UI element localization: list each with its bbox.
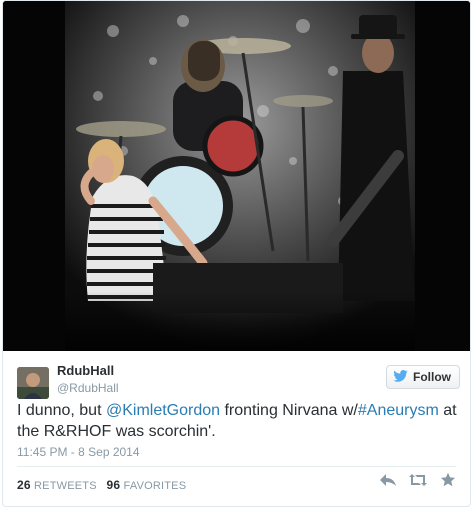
follow-button[interactable]: Follow	[386, 365, 460, 389]
concert-photo-illustration	[3, 1, 470, 351]
avatar[interactable]	[17, 367, 49, 399]
favorite-button[interactable]	[438, 472, 458, 493]
tweet-text-part1: I dunno, but	[17, 402, 106, 419]
display-name[interactable]: RdubHall	[57, 363, 114, 378]
retweet-button[interactable]	[408, 473, 428, 492]
reply-icon	[379, 473, 397, 492]
favorites-label[interactable]: FAVORITES	[124, 480, 187, 492]
mention-link[interactable]: @KimletGordon	[106, 402, 220, 419]
embedded-tweet-card: RdubHall @RdubHall Follow I dunno, but @…	[2, 0, 471, 507]
reply-button[interactable]	[378, 473, 398, 492]
tweet-body: RdubHall @RdubHall Follow I dunno, but @…	[3, 351, 470, 506]
hashtag-link[interactable]: #Aneurysm	[358, 402, 439, 419]
tweet-text-part2: fronting Nirvana w/	[220, 402, 358, 419]
retweet-icon	[408, 473, 428, 492]
tweet-text: I dunno, but @KimletGordon fronting Nirv…	[17, 400, 462, 442]
favorites-count[interactable]: 96	[107, 478, 121, 492]
follow-label: Follow	[413, 370, 451, 384]
timestamp-link[interactable]: 11:45 PM - 8 Sep 2014	[17, 445, 140, 459]
tweet-stats: 26 RETWEETS 96 FAVORITES	[17, 478, 186, 492]
screen-name[interactable]: @RdubHall	[57, 381, 119, 395]
twitter-bird-icon	[393, 369, 408, 385]
tweet-actions	[378, 472, 458, 493]
tweet-photo[interactable]	[3, 1, 470, 351]
star-icon	[440, 472, 456, 493]
retweets-count[interactable]: 26	[17, 478, 31, 492]
divider	[17, 466, 456, 467]
retweets-label[interactable]: RETWEETS	[34, 480, 97, 492]
